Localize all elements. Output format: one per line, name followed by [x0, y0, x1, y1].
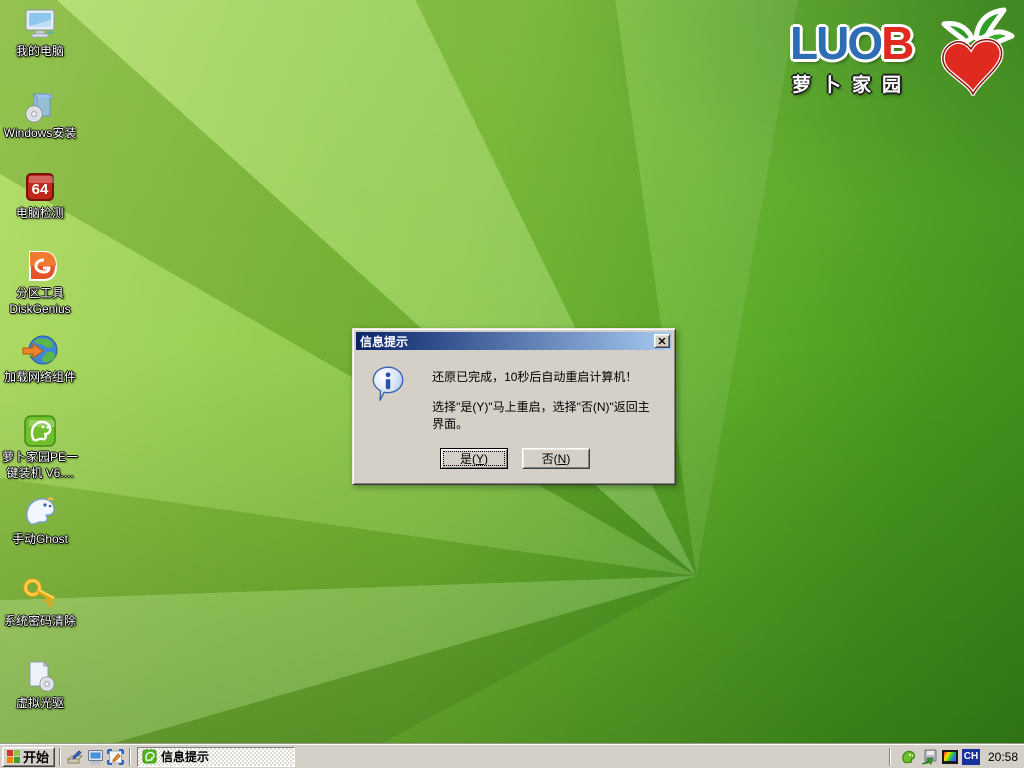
- luobo-pe-icon: [0, 410, 80, 448]
- desktop-icon-password-clear[interactable]: 系统密码清除: [0, 574, 80, 630]
- display-settings-button[interactable]: [105, 747, 125, 767]
- desktop-icon-label: 萝卜家园PE一: [0, 450, 80, 464]
- dialog-message-line1: 还原已完成，10秒后自动重启计算机！: [432, 368, 658, 385]
- desktop-icon-label: 手动Ghost: [0, 532, 80, 546]
- logo-wordmark: LUOB: [790, 20, 912, 66]
- desktop-icon-diskgenius[interactable]: 分区工具 DiskGenius: [0, 246, 80, 316]
- desktop-icon-label: 加载网络组件: [0, 370, 80, 384]
- yes-button[interactable]: 是(Y): [440, 448, 508, 469]
- info-dialog: 信息提示: [352, 328, 676, 485]
- show-desktop-button[interactable]: [65, 747, 85, 767]
- desktop-icon-my-computer[interactable]: 我的电脑: [0, 4, 80, 60]
- start-button[interactable]: 开始: [2, 747, 55, 767]
- logo-subtitle: 萝卜家园: [792, 70, 912, 97]
- dialog-titlebar[interactable]: 信息提示: [356, 332, 672, 350]
- tray-divider: [889, 748, 891, 766]
- diskgenius-icon: [0, 246, 80, 284]
- task-button-label: 信息提示: [161, 748, 209, 765]
- virtual-cd-icon: [0, 656, 80, 694]
- start-button-label: 开始: [23, 747, 49, 766]
- language-indicator[interactable]: CH: [962, 749, 980, 765]
- tray-ghost-backup-icon[interactable]: [921, 748, 938, 765]
- desktop-icon-label: 我的电脑: [0, 44, 80, 58]
- luobo-pe-task-icon: [142, 749, 157, 764]
- quick-launch-computer-button[interactable]: [85, 747, 105, 767]
- taskbar-clock[interactable]: 20:58: [988, 750, 1018, 764]
- display-settings-icon: [107, 749, 124, 765]
- desktop-icon-label: 电脑检测: [0, 206, 80, 220]
- desktop-icon-network[interactable]: 加载网络组件: [0, 330, 80, 386]
- dialog-close-button[interactable]: [654, 334, 670, 348]
- taskbar-divider: [59, 748, 61, 766]
- network-components-icon: [0, 330, 80, 368]
- show-desktop-icon: [67, 749, 84, 765]
- taskbar-divider: [129, 748, 131, 766]
- desktop-icon-luobo-pe[interactable]: 萝卜家园PE一 键装机 V6....: [0, 410, 80, 480]
- my-computer-icon: [0, 4, 80, 42]
- desktop-icon-windows-install[interactable]: Windows安装: [0, 86, 80, 142]
- desktop-icon-pc-check[interactable]: 64 电脑检测: [0, 166, 80, 222]
- logo-text-red: B: [881, 17, 912, 69]
- dialog-title: 信息提示: [360, 333, 408, 350]
- windows-install-icon: [0, 86, 80, 124]
- dialog-body: 还原已完成，10秒后自动重启计算机！ 选择"是(Y)"马上重启，选择"否(N)"…: [356, 350, 672, 481]
- logo-text-blue: LUO: [790, 17, 881, 69]
- task-button-info-dialog[interactable]: 信息提示: [137, 747, 295, 767]
- desktop-icon-manual-ghost[interactable]: 手动Ghost: [0, 492, 80, 548]
- system-tray: CH 20:58: [885, 745, 1022, 768]
- desktop-icon-label: 分区工具: [0, 286, 80, 300]
- info-balloon-icon: [372, 364, 404, 406]
- desktop-icon-label: 虚拟光驱: [0, 696, 80, 710]
- taskbar: 开始: [0, 744, 1024, 768]
- desktop: LUOB 萝卜家园 我的电脑: [0, 0, 1024, 768]
- dialog-message-line2: 选择"是(Y)"马上重启，选择"否(N)"返回主界面。: [432, 398, 658, 432]
- manual-ghost-icon: [0, 492, 80, 530]
- desktop-icon-label: 系统密码清除: [0, 614, 80, 628]
- no-button[interactable]: 否(N): [522, 448, 590, 469]
- pc-check-64-icon: 64: [0, 166, 80, 204]
- start-logo-icon: [7, 750, 20, 763]
- svg-text:64: 64: [32, 181, 49, 198]
- desktop-icon-virtual-cd[interactable]: 虚拟光驱: [0, 656, 80, 712]
- close-icon: [658, 338, 666, 345]
- desktop-icon-label: Windows安装: [0, 126, 80, 140]
- luobo-logo: LUOB 萝卜家园: [790, 8, 1010, 100]
- password-clear-key-icon: [0, 574, 80, 612]
- computer-icon: [87, 749, 104, 765]
- tray-display-icon[interactable]: [942, 750, 958, 764]
- radish-icon: [932, 4, 1016, 96]
- tray-luobo-ghost-icon[interactable]: [899, 748, 917, 766]
